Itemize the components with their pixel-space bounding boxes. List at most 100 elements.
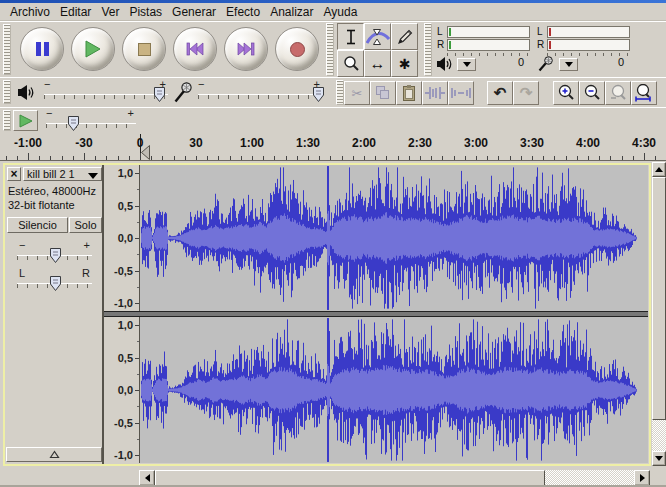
timeline-tick — [95, 156, 96, 160]
speed-max-label: + — [128, 107, 134, 119]
close-icon: × — [10, 169, 17, 179]
timeline-tick — [465, 156, 466, 160]
play-button[interactable] — [71, 27, 115, 71]
horizontal-scrollbar-thumb[interactable] — [155, 470, 545, 486]
record-meter-menu-button[interactable] — [559, 58, 578, 71]
timeline-tick — [73, 156, 74, 160]
fit-project-button[interactable] — [631, 81, 657, 105]
edit-toolbar-grip[interactable] — [336, 80, 344, 105]
play-at-speed-button[interactable] — [13, 110, 38, 131]
timeline-label: 0 — [137, 136, 144, 150]
mute-button[interactable]: Silencio — [7, 217, 68, 233]
pan-slider[interactable]: L R — [16, 267, 93, 293]
menu-item-analizar[interactable]: Analizar — [270, 5, 313, 19]
play-icon — [84, 40, 102, 58]
timeline-tick — [106, 156, 107, 160]
speed-thumb[interactable] — [68, 116, 79, 131]
speaker-icon — [437, 57, 453, 71]
menu-item-generar[interactable]: Generar — [172, 5, 216, 19]
tools-toolbar-grip[interactable] — [326, 23, 334, 76]
timeline-label: 2:30 — [408, 136, 432, 150]
pause-button[interactable] — [20, 27, 64, 71]
stop-button[interactable] — [122, 27, 166, 71]
silence-button[interactable] — [448, 81, 474, 105]
menu-item-editar[interactable]: Editar — [60, 5, 91, 19]
input-volume-slider[interactable]: − + — [196, 80, 324, 104]
timeline-tick — [118, 156, 119, 160]
scroll-right-button[interactable] — [634, 470, 650, 486]
gain-thumb[interactable] — [50, 248, 61, 263]
rewind-button[interactable] — [173, 27, 217, 71]
fit-selection-button[interactable] — [605, 81, 631, 105]
timeline-tick — [442, 156, 443, 160]
mute-label: Silencio — [18, 219, 57, 231]
stop-icon — [138, 43, 151, 56]
zoom-out-button[interactable] — [579, 81, 605, 105]
track-title-button[interactable]: kill bill 2 1 — [23, 167, 102, 181]
cut-button[interactable]: ✂ — [344, 81, 370, 105]
transcription-toolbar-grip[interactable] — [3, 110, 11, 131]
timeline-tick — [554, 156, 555, 160]
track-title: kill bill 2 1 — [27, 168, 75, 180]
input-volume-thumb[interactable] — [313, 87, 324, 102]
output-volume-thumb[interactable] — [154, 87, 165, 102]
envelope-tool-button[interactable] — [364, 23, 391, 50]
solo-label: Solo — [74, 219, 96, 231]
timeshift-tool-button[interactable]: ↔ — [364, 50, 391, 77]
draw-tool-button[interactable] — [391, 23, 418, 50]
copy-button[interactable] — [370, 81, 396, 105]
solo-button[interactable]: Solo — [69, 217, 102, 233]
undo-button[interactable]: ↶ — [487, 81, 513, 105]
timeline-tick — [207, 156, 208, 160]
vertical-ruler-ch1: 1,00,50,0-0,5-1,0 — [104, 165, 140, 311]
amplitude-label: 0,5 — [118, 352, 133, 364]
mixer-toolbar-grip[interactable] — [3, 80, 11, 104]
timeline-tick — [655, 156, 656, 160]
redo-button[interactable]: ↷ — [513, 81, 539, 105]
timeline-ruler[interactable]: -1:00-300301:001:302:002:303:003:304:004… — [0, 133, 666, 161]
scroll-left-button[interactable] — [139, 470, 155, 486]
track-close-button[interactable]: × — [7, 167, 21, 181]
waveform-ch2[interactable] — [140, 317, 648, 463]
amplitude-label: 1,0 — [118, 319, 133, 331]
scroll-down-button[interactable] — [652, 451, 666, 466]
menu-item-ver[interactable]: Ver — [101, 5, 119, 19]
record-meter-zero: 0 — [618, 56, 624, 68]
timeline-tick — [476, 156, 477, 160]
record-button[interactable] — [275, 27, 319, 71]
menu-item-archivo[interactable]: Archivo — [10, 5, 50, 19]
output-volume-slider[interactable]: − + — [42, 80, 170, 104]
menu-item-efecto[interactable]: Efecto — [226, 5, 260, 19]
playback-speed-slider[interactable]: − + — [44, 109, 138, 133]
track-format-label: Estéreo, 48000Hz — [8, 185, 96, 197]
paste-button[interactable] — [396, 81, 422, 105]
zoom-tool-button[interactable] — [337, 50, 364, 77]
timeline-tick — [454, 156, 455, 160]
selection-tool-button[interactable] — [337, 23, 364, 50]
zoom-in-button[interactable] — [553, 81, 579, 105]
scroll-up-button[interactable] — [652, 162, 666, 177]
menu-item-ayuda[interactable]: Ayuda — [324, 5, 358, 19]
play-meter-menu-button[interactable] — [457, 58, 476, 71]
play-meter-left-label: L — [437, 26, 443, 37]
timeline-tick — [62, 156, 63, 160]
multi-tool-button[interactable]: ✱ — [391, 50, 418, 77]
track-collapse-button[interactable] — [6, 447, 102, 462]
pause-icon — [36, 42, 49, 56]
vertical-scrollbar-thumb[interactable] — [652, 177, 666, 420]
trim-button[interactable] — [422, 81, 448, 105]
waveform-ch1[interactable] — [140, 165, 648, 311]
track-area: × kill bill 2 1 Estéreo, 48000Hz 32-bit … — [0, 161, 666, 470]
timeline-tick — [588, 156, 589, 160]
gain-slider[interactable]: − + — [16, 239, 93, 265]
pan-thumb[interactable] — [50, 276, 61, 291]
vertical-scrollbar[interactable] — [652, 162, 666, 466]
timeline-tick — [409, 156, 410, 160]
meter-toolbar-grip[interactable] — [424, 23, 432, 76]
transport-toolbar-grip[interactable] — [3, 24, 11, 75]
menu-item-pistas[interactable]: Pistas — [129, 5, 162, 19]
forward-button[interactable] — [224, 27, 268, 71]
play-meter-left-bar — [447, 26, 530, 38]
timeline-tick — [218, 156, 219, 160]
timeline-tick — [420, 156, 421, 160]
